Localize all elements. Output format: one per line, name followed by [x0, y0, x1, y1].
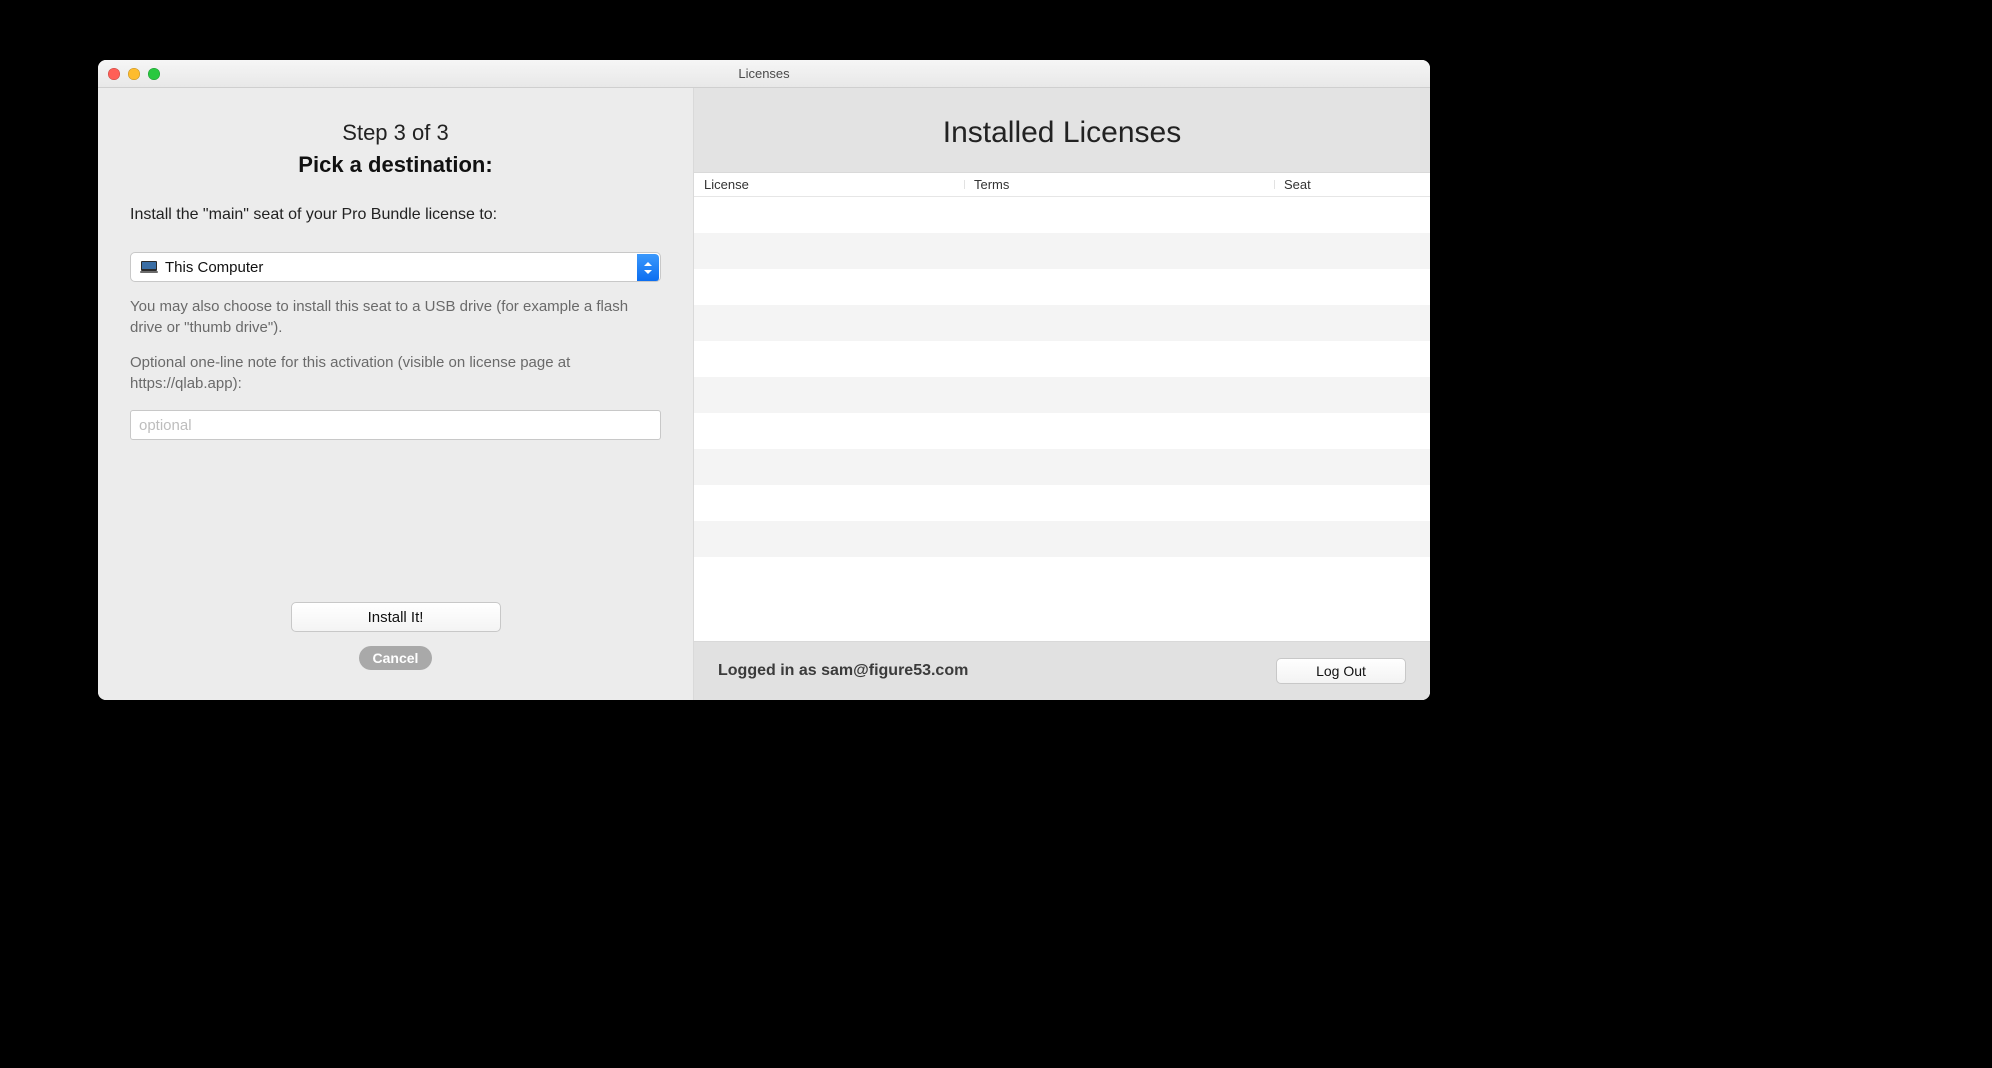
close-icon[interactable] — [108, 68, 120, 80]
table-row — [694, 233, 1430, 269]
column-terms[interactable]: Terms — [964, 177, 1274, 192]
logged-in-text: Logged in as sam@figure53.com — [718, 662, 968, 680]
table-row — [694, 521, 1430, 557]
computer-icon — [139, 260, 159, 274]
destination-selected: This Computer — [165, 259, 263, 276]
helper-note-text: Optional one-line note for this activati… — [130, 352, 661, 394]
table-row — [694, 377, 1430, 413]
column-license[interactable]: License — [694, 177, 964, 192]
step-label: Step 3 of 3 — [130, 120, 661, 146]
cancel-button[interactable]: Cancel — [359, 646, 433, 670]
button-row: Install It! Cancel — [130, 572, 661, 670]
table-row — [694, 305, 1430, 341]
window-title: Licenses — [98, 66, 1430, 81]
destination-dropdown[interactable]: This Computer — [130, 252, 661, 282]
licenses-window: Licenses Step 3 of 3 Pick a destination:… — [98, 60, 1430, 700]
left-pane: Step 3 of 3 Pick a destination: Install … — [98, 88, 694, 700]
dropdown-stepper-icon[interactable] — [637, 254, 659, 282]
window-body: Step 3 of 3 Pick a destination: Install … — [98, 88, 1430, 700]
table-row — [694, 269, 1430, 305]
table-row — [694, 413, 1430, 449]
table-row — [694, 449, 1430, 485]
minimize-icon[interactable] — [128, 68, 140, 80]
column-seat[interactable]: Seat — [1274, 177, 1430, 192]
table-body — [694, 197, 1430, 641]
install-prompt: Install the "main" seat of your Pro Bund… — [130, 206, 661, 224]
table-header: License Terms Seat — [694, 173, 1430, 197]
titlebar[interactable]: Licenses — [98, 60, 1430, 88]
helper-usb-text: You may also choose to install this seat… — [130, 296, 661, 338]
zoom-icon[interactable] — [148, 68, 160, 80]
logout-button[interactable]: Log Out — [1276, 658, 1406, 684]
page-subtitle: Pick a destination: — [130, 152, 661, 178]
licenses-table: License Terms Seat — [694, 172, 1430, 642]
table-row — [694, 485, 1430, 521]
install-button[interactable]: Install It! — [291, 602, 501, 632]
right-footer: Logged in as sam@figure53.com Log Out — [694, 642, 1430, 700]
right-pane: Installed Licenses License Terms Seat — [694, 88, 1430, 700]
activation-note-input[interactable] — [130, 410, 661, 440]
table-row — [694, 341, 1430, 377]
installed-licenses-title: Installed Licenses — [694, 116, 1430, 150]
window-controls — [108, 68, 160, 80]
table-row — [694, 197, 1430, 233]
